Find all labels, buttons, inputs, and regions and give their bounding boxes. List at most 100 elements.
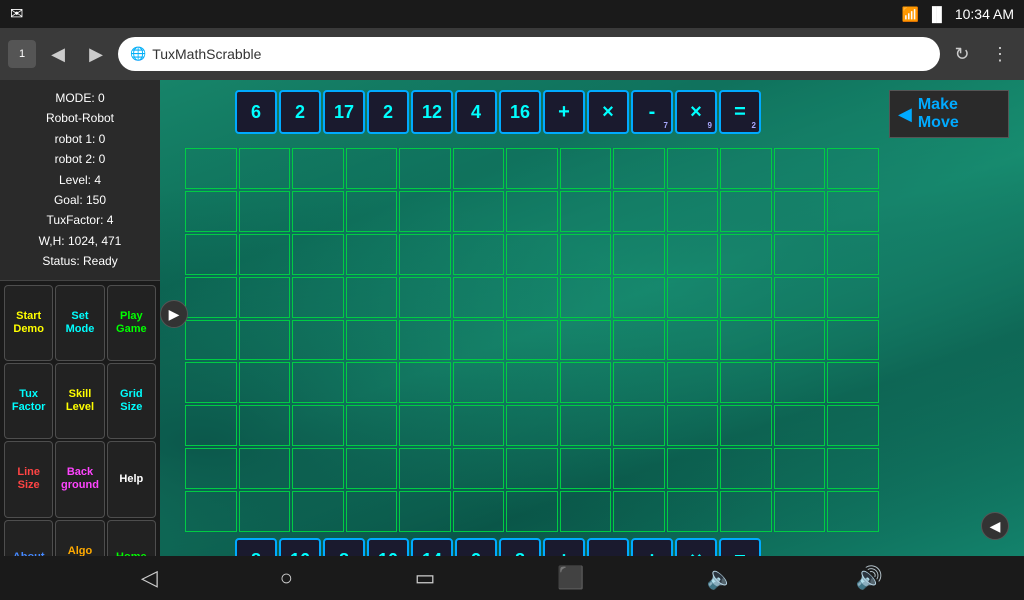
- grid-cell[interactable]: [667, 448, 719, 489]
- grid-cell[interactable]: [346, 148, 398, 189]
- grid-cell[interactable]: [346, 320, 398, 361]
- grid-cell[interactable]: [774, 234, 826, 275]
- grid-cell[interactable]: [827, 448, 879, 489]
- set-mode-button[interactable]: SetMode: [55, 285, 104, 361]
- grid-cell[interactable]: [560, 148, 612, 189]
- grid-cell[interactable]: [399, 405, 451, 446]
- grid-cell[interactable]: [667, 320, 719, 361]
- grid-cell[interactable]: [239, 448, 291, 489]
- grid-cell[interactable]: [667, 234, 719, 275]
- grid-cell[interactable]: [720, 148, 772, 189]
- grid-cell[interactable]: [239, 491, 291, 532]
- tile-3[interactable]: 2: [367, 90, 409, 134]
- grid-cell[interactable]: [292, 277, 344, 318]
- grid-cell[interactable]: [453, 448, 505, 489]
- grid-cell[interactable]: [774, 148, 826, 189]
- grid-cell[interactable]: [613, 405, 665, 446]
- grid-cell[interactable]: [774, 320, 826, 361]
- grid-cell[interactable]: [453, 277, 505, 318]
- android-recents-button[interactable]: ▭: [415, 565, 436, 591]
- grid-cell[interactable]: [292, 148, 344, 189]
- grid-cell[interactable]: [774, 491, 826, 532]
- grid-cell[interactable]: [613, 277, 665, 318]
- grid-cell[interactable]: [399, 320, 451, 361]
- grid-cell[interactable]: [560, 491, 612, 532]
- grid-size-button[interactable]: GridSize: [107, 363, 156, 439]
- grid-cell[interactable]: [774, 362, 826, 403]
- grid-cell[interactable]: [453, 191, 505, 232]
- grid-cell[interactable]: [720, 191, 772, 232]
- screenshot-button[interactable]: ⬛: [557, 565, 584, 591]
- grid-cell[interactable]: [239, 234, 291, 275]
- grid-cell[interactable]: [453, 148, 505, 189]
- android-home-button[interactable]: ○: [280, 565, 293, 591]
- grid-cell[interactable]: [506, 191, 558, 232]
- grid-cell[interactable]: [827, 277, 879, 318]
- grid-cell[interactable]: [827, 234, 879, 275]
- grid-cell[interactable]: [399, 362, 451, 403]
- grid-cell[interactable]: [239, 362, 291, 403]
- grid-cell[interactable]: [506, 362, 558, 403]
- grid-cell[interactable]: [346, 277, 398, 318]
- grid-cell[interactable]: [506, 277, 558, 318]
- grid-cell[interactable]: [560, 191, 612, 232]
- skill-level-button[interactable]: SkillLevel: [55, 363, 104, 439]
- grid-cell[interactable]: [667, 191, 719, 232]
- grid-cell[interactable]: [506, 234, 558, 275]
- expand-button[interactable]: ▶: [160, 300, 188, 328]
- grid-cell[interactable]: [292, 491, 344, 532]
- grid-cell[interactable]: [292, 362, 344, 403]
- grid-cell[interactable]: [346, 405, 398, 446]
- grid-cell[interactable]: [346, 362, 398, 403]
- grid-cell[interactable]: [239, 320, 291, 361]
- grid-cell[interactable]: [239, 148, 291, 189]
- grid-cell[interactable]: [185, 234, 237, 275]
- grid-cell[interactable]: [560, 448, 612, 489]
- grid-cell[interactable]: [774, 448, 826, 489]
- grid-cell[interactable]: [506, 148, 558, 189]
- grid-cell[interactable]: [399, 448, 451, 489]
- grid-cell[interactable]: [560, 405, 612, 446]
- grid-cell[interactable]: [827, 148, 879, 189]
- grid-cell[interactable]: [613, 362, 665, 403]
- grid-cell[interactable]: [399, 277, 451, 318]
- grid-cell[interactable]: [667, 277, 719, 318]
- grid-cell[interactable]: [667, 491, 719, 532]
- grid-cell[interactable]: [720, 448, 772, 489]
- grid-cell[interactable]: [239, 191, 291, 232]
- grid-cell[interactable]: [506, 405, 558, 446]
- nav-back-button[interactable]: ◀: [42, 38, 74, 70]
- grid-cell[interactable]: [239, 277, 291, 318]
- grid-cell[interactable]: [720, 405, 772, 446]
- grid-cell[interactable]: [453, 362, 505, 403]
- grid-cell[interactable]: [453, 405, 505, 446]
- grid-cell[interactable]: [292, 234, 344, 275]
- grid-cell[interactable]: [667, 148, 719, 189]
- grid-cell[interactable]: [560, 362, 612, 403]
- reload-button[interactable]: ↻: [946, 38, 978, 70]
- grid-cell[interactable]: [560, 277, 612, 318]
- grid-cell[interactable]: [453, 491, 505, 532]
- grid-cell[interactable]: [560, 320, 612, 361]
- tux-factor-button[interactable]: TuxFactor: [4, 363, 53, 439]
- address-bar[interactable]: 🌐 TuxMathScrabble: [118, 37, 940, 71]
- grid-cell[interactable]: [185, 148, 237, 189]
- tile-5[interactable]: 4: [455, 90, 497, 134]
- grid-cell[interactable]: [292, 191, 344, 232]
- grid-cell[interactable]: [185, 362, 237, 403]
- nav-forward-button[interactable]: ▶: [80, 38, 112, 70]
- grid-cell[interactable]: [185, 491, 237, 532]
- tile-1[interactable]: 2: [279, 90, 321, 134]
- grid-cell[interactable]: [185, 405, 237, 446]
- browser-menu-button[interactable]: ⋮: [984, 38, 1016, 70]
- tile-6[interactable]: 16: [499, 90, 541, 134]
- grid-cell[interactable]: [399, 491, 451, 532]
- tile-0[interactable]: 6: [235, 90, 277, 134]
- grid-cell[interactable]: [774, 405, 826, 446]
- grid-cell[interactable]: [399, 148, 451, 189]
- grid-cell[interactable]: [185, 448, 237, 489]
- line-size-button[interactable]: LineSize: [4, 441, 53, 517]
- grid-cell[interactable]: [720, 491, 772, 532]
- grid-cell[interactable]: [720, 277, 772, 318]
- grid-cell[interactable]: [185, 277, 237, 318]
